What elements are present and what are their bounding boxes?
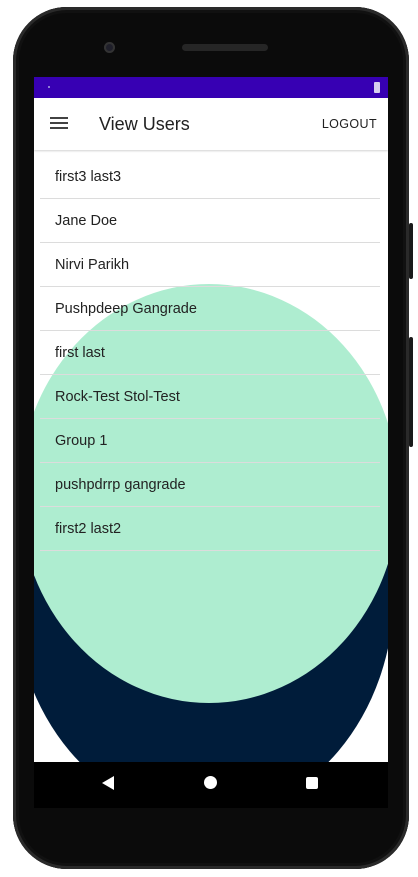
user-list-item[interactable]: Pushpdeep Gangrade (40, 287, 380, 331)
system-nav-bar (34, 762, 388, 808)
user-list-item[interactable]: first last (40, 331, 380, 375)
logout-button[interactable]: LOGOUT (322, 117, 377, 131)
volume-button (409, 337, 413, 447)
user-list-item[interactable]: first2 last2 (40, 507, 380, 551)
user-list-item[interactable]: Rock-Test Stol-Test (40, 375, 380, 419)
page-title: View Users (99, 114, 190, 134)
back-triangle-icon[interactable] (102, 776, 114, 790)
front-camera-icon (104, 42, 115, 53)
home-circle-icon[interactable] (204, 776, 217, 789)
recents-square-icon[interactable] (306, 777, 318, 789)
app-bar: View Users LOGOUT (34, 98, 388, 150)
status-bar (34, 77, 388, 98)
battery-icon (374, 82, 380, 93)
user-list-item[interactable]: first3 last3 (40, 155, 380, 199)
earpiece-speaker (182, 44, 268, 51)
power-button (409, 223, 413, 279)
user-list-item[interactable]: Jane Doe (40, 199, 380, 243)
user-list-item[interactable]: Group 1 (40, 419, 380, 463)
device-screen: View Users LOGOUT first3 last3 Jane Doe … (34, 77, 388, 762)
notification-dot-icon (48, 86, 50, 88)
user-list-item[interactable]: Nirvi Parikh (40, 243, 380, 287)
hamburger-menu-icon[interactable] (50, 117, 68, 130)
user-list: first3 last3 Jane Doe Nirvi Parikh Pushp… (40, 155, 380, 551)
user-list-item[interactable]: pushpdrrp gangrade (40, 463, 380, 507)
